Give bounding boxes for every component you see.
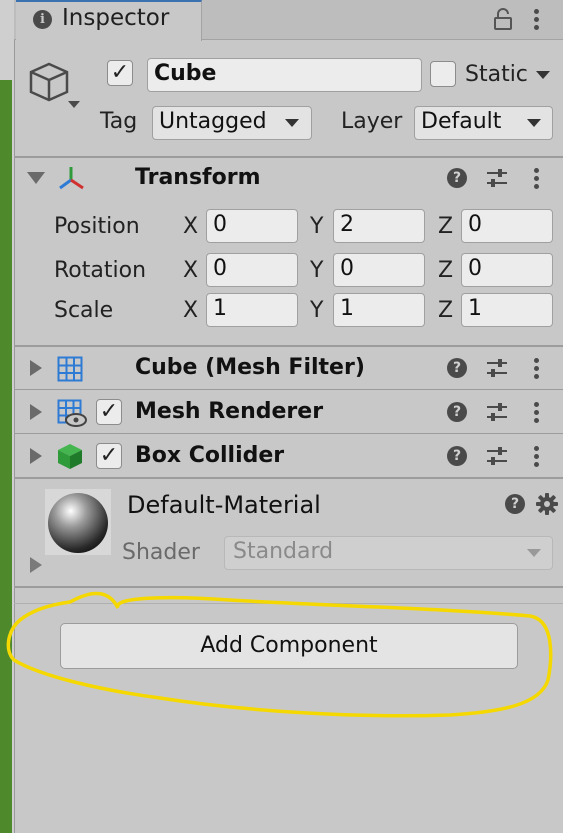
sliders-icon[interactable] — [486, 446, 508, 466]
check-icon: ✓ — [99, 399, 119, 424]
divider — [14, 156, 563, 158]
rotation-z-label[interactable]: Z — [438, 258, 453, 283]
tab-menu-kebab-icon[interactable] — [534, 9, 539, 33]
layer-chevron-down-icon — [527, 119, 541, 127]
scale-z-label[interactable]: Z — [438, 298, 453, 323]
rotation-y-input[interactable]: 0 — [333, 253, 425, 287]
mesh-renderer-kebab-icon[interactable] — [534, 402, 539, 426]
shader-value: Standard — [233, 539, 334, 564]
active-checkbox[interactable]: ✓ — [107, 60, 133, 86]
mesh-renderer-checkbox[interactable]: ✓ — [96, 399, 122, 425]
object-name-input[interactable]: Cube — [147, 58, 422, 92]
layer-label: Layer — [341, 109, 403, 134]
box-collider-icon — [58, 444, 82, 469]
tag-value: Untagged — [159, 109, 267, 134]
transform-kebab-icon[interactable] — [534, 168, 539, 192]
transform-title: Transform — [135, 165, 261, 190]
help-icon[interactable]: ? — [447, 446, 467, 466]
scale-label: Scale — [54, 298, 114, 323]
cube-icon[interactable] — [28, 56, 84, 112]
help-icon[interactable]: ? — [505, 494, 525, 514]
rotation-y-label[interactable]: Y — [310, 258, 323, 283]
position-z-input[interactable]: 0 — [461, 209, 553, 243]
rotation-x-input[interactable]: 0 — [206, 253, 298, 287]
material-expand-icon[interactable] — [30, 557, 42, 573]
scale-x-label[interactable]: X — [183, 298, 198, 323]
position-x-input[interactable]: 0 — [206, 209, 298, 243]
mesh-grid-icon — [57, 356, 83, 382]
gear-icon[interactable] — [535, 492, 559, 516]
box-collider-title: Box Collider — [135, 443, 285, 468]
static-label: Static — [465, 62, 528, 87]
highlight-annotation — [6, 591, 553, 718]
check-icon: ✓ — [110, 60, 130, 85]
sliders-icon[interactable] — [486, 358, 508, 378]
box-collider-expand-icon[interactable] — [30, 448, 42, 464]
tab-title: Inspector — [62, 5, 170, 31]
help-icon[interactable]: ? — [447, 168, 467, 188]
transform-axes-icon — [59, 167, 84, 190]
divider — [14, 389, 563, 390]
tag-chevron-down-icon — [285, 119, 299, 127]
help-icon[interactable]: ? — [447, 358, 467, 378]
mesh-filter-title: Cube (Mesh Filter) — [135, 355, 365, 380]
mesh-renderer-icon — [57, 399, 87, 427]
material-sphere-icon[interactable] — [45, 489, 111, 555]
divider — [14, 477, 563, 479]
sliders-icon[interactable] — [486, 402, 508, 422]
rotation-z-input[interactable]: 0 — [461, 253, 553, 287]
mesh-renderer-expand-icon[interactable] — [30, 404, 42, 420]
position-z-label[interactable]: Z — [438, 214, 453, 239]
mesh-filter-kebab-icon[interactable] — [534, 358, 539, 382]
check-icon: ✓ — [99, 443, 119, 468]
info-icon: i — [33, 10, 52, 29]
help-icon[interactable]: ? — [447, 402, 467, 422]
mesh-filter-expand-icon[interactable] — [30, 360, 42, 376]
scale-y-label[interactable]: Y — [310, 298, 323, 323]
shader-label: Shader — [122, 540, 200, 565]
position-y-input[interactable]: 2 — [333, 209, 425, 243]
box-collider-kebab-icon[interactable] — [534, 446, 539, 470]
scale-y-input[interactable]: 1 — [333, 293, 425, 327]
tag-label: Tag — [100, 109, 138, 134]
static-checkbox[interactable] — [430, 61, 456, 87]
lock-icon[interactable] — [493, 7, 513, 31]
divider — [14, 345, 563, 347]
position-x-label[interactable]: X — [183, 214, 198, 239]
rotation-x-label[interactable]: X — [183, 258, 198, 283]
box-collider-checkbox[interactable]: ✓ — [96, 443, 122, 469]
mesh-renderer-title: Mesh Renderer — [135, 399, 324, 424]
shader-chevron-down-icon — [527, 549, 541, 557]
transform-expand-icon[interactable] — [27, 172, 45, 184]
static-dropdown-icon[interactable] — [536, 71, 550, 79]
rotation-label: Rotation — [54, 258, 147, 283]
sliders-icon[interactable] — [486, 168, 508, 188]
material-name: Default-Material — [127, 491, 321, 519]
position-label: Position — [54, 214, 140, 239]
shader-dropdown[interactable]: Standard — [224, 536, 553, 570]
scale-x-input[interactable]: 1 — [206, 293, 298, 327]
position-y-label[interactable]: Y — [310, 214, 323, 239]
divider — [14, 433, 563, 434]
layer-value: Default — [421, 109, 502, 134]
scale-z-input[interactable]: 1 — [461, 293, 553, 327]
